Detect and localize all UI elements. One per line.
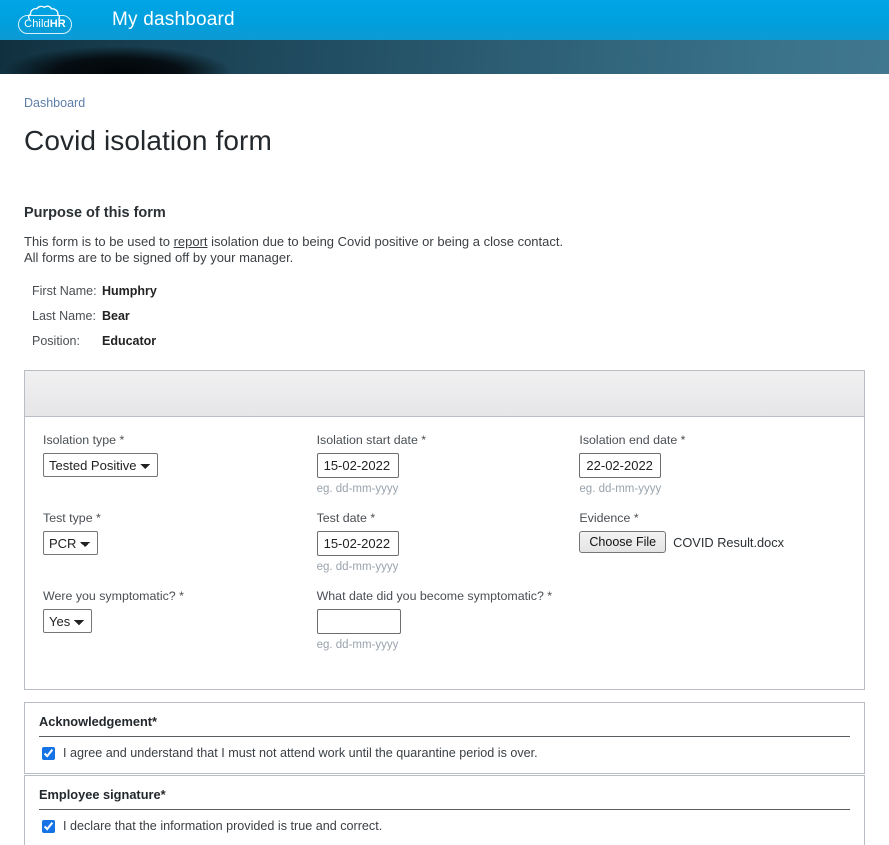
isolation-start-date-label: Isolation start date * [316,433,427,447]
form-col-mid-1: Isolation start date * eg. dd-mm-yyyy [313,433,576,511]
evidence-label: Evidence * [579,511,639,525]
evidence-field: Evidence * Choose File COVID Result.docx [579,511,846,553]
first-name-value: Humphry [102,284,157,298]
logo-text-light: Child [24,18,50,30]
acknowledgement-title: Acknowledgement* [39,714,850,737]
report-link[interactable]: report [174,234,208,249]
form-col-right-3 [575,589,850,667]
form-row-1: Isolation type * Tested Positive Isolati… [25,433,864,511]
isolation-end-date-field: Isolation end date * eg. dd-mm-yyyy [579,433,846,495]
evidence-file-name: COVID Result.docx [673,534,785,550]
form-col-mid-3: What date did you become symptomatic? * … [313,589,576,667]
page-content: Dashboard Covid isolation form Purpose o… [0,74,889,845]
form-col-right-2: Evidence * Choose File COVID Result.docx [575,511,850,589]
test-type-label: Test type * [43,511,101,525]
form-col-left-1: Isolation type * Tested Positive [39,433,313,511]
childhr-logo[interactable]: ChildHR [16,3,74,37]
employee-first-name-row: First Name: Humphry [32,284,865,298]
acknowledgement-check-row[interactable]: I agree and understand that I must not a… [39,746,850,760]
banner-dark-blob [0,40,330,74]
form-col-left-3: Were you symptomatic? * Yes [39,589,313,667]
symptomatic-date-input[interactable] [316,609,401,634]
isolation-end-date-hint: eg. dd-mm-yyyy [579,483,662,495]
purpose-text: This form is to be used to report isolat… [24,234,865,265]
employee-position-row: Position: Educator [32,334,865,348]
first-name-label: First Name: [32,284,97,298]
dashboard-title: My dashboard [112,9,235,30]
form-col-mid-2: Test date * eg. dd-mm-yyyy [313,511,576,589]
acknowledgement-section: Acknowledgement* I agree and understand … [24,702,865,774]
test-type-select[interactable]: PCR [43,531,98,555]
employee-signature-title: Employee signature* [39,787,850,810]
symptomatic-date-field: What date did you become symptomatic? * … [316,589,572,651]
test-type-field: Test type * PCR [43,511,309,555]
last-name-label: Last Name: [32,309,96,323]
employee-signature-section: Employee signature* I declare that the i… [24,775,865,845]
position-label: Position: [32,334,80,348]
test-date-hint: eg. dd-mm-yyyy [316,561,399,573]
symptomatic-date-hint: eg. dd-mm-yyyy [316,639,399,651]
form-row-2: Test type * PCR Test date * eg. dd-mm-yy… [25,511,864,589]
signature-checkbox-label: I declare that the information provided … [63,819,383,833]
employee-details: First Name: Humphry Last Name: Bear Posi… [32,284,865,348]
symptomatic-field: Were you symptomatic? * Yes [43,589,309,633]
position-value: Educator [102,334,157,348]
isolation-type-field: Isolation type * Tested Positive [43,433,309,477]
isolation-type-select[interactable]: Tested Positive [43,453,158,477]
evidence-file-row: Choose File COVID Result.docx [579,531,846,553]
isolation-end-date-input[interactable] [579,453,662,478]
form-panel-body: Isolation type * Tested Positive Isolati… [25,417,864,689]
form-row-3: Were you symptomatic? * Yes What date di… [25,589,864,667]
logo-wordmark: ChildHR [24,15,66,34]
isolation-start-date-field: Isolation start date * eg. dd-mm-yyyy [316,433,572,495]
form-col-left-2: Test type * PCR [39,511,313,589]
symptomatic-select[interactable]: Yes [43,609,92,633]
logo-text-bold: HR [49,18,66,30]
top-navigation-bar: ChildHR My dashboard [0,0,889,40]
symptomatic-date-label: What date did you become symptomatic? * [316,589,553,603]
purpose-line1-after: isolation due to being Covid positive or… [207,234,564,249]
acknowledgement-checkbox[interactable] [42,746,55,760]
isolation-start-date-input[interactable] [316,453,399,478]
isolation-end-date-label: Isolation end date * [579,433,686,447]
test-date-input[interactable] [316,531,399,556]
test-date-field: Test date * eg. dd-mm-yyyy [316,511,572,573]
isolation-form-panel: Isolation type * Tested Positive Isolati… [24,370,865,690]
form-col-right-1: Isolation end date * eg. dd-mm-yyyy [575,433,850,511]
employee-last-name-row: Last Name: Bear [32,309,865,323]
acknowledgement-checkbox-label: I agree and understand that I must not a… [63,746,538,760]
test-date-label: Test date * [316,511,376,525]
purpose-line2: All forms are to be signed off by your m… [24,249,294,265]
symptomatic-label: Were you symptomatic? * [43,589,184,603]
isolation-start-date-hint: eg. dd-mm-yyyy [316,483,399,495]
purpose-heading: Purpose of this form [24,205,166,221]
last-name-value: Bear [102,309,130,323]
page-title: Covid isolation form [24,125,272,156]
signature-check-row[interactable]: I declare that the information provided … [39,819,850,833]
signature-checkbox[interactable] [42,819,55,833]
header-banner-image [0,40,889,74]
purpose-line1-before: This form is to be used to [24,234,174,249]
form-panel-header [25,371,864,417]
breadcrumb-dashboard[interactable]: Dashboard [24,96,85,110]
isolation-type-label: Isolation type * [43,433,125,447]
choose-file-button[interactable]: Choose File [579,531,667,553]
